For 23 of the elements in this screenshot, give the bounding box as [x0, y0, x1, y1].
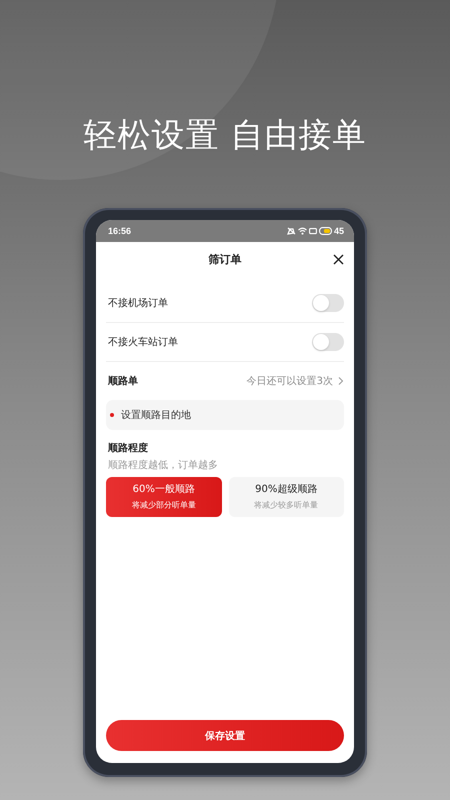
option-label: 不接机场订单	[108, 296, 168, 310]
close-icon[interactable]	[333, 254, 344, 265]
battery-icon	[318, 227, 332, 235]
option-card[interactable]: 60%一般顺路 将减少部分听单量	[106, 477, 222, 517]
option-label: 不接火车站订单	[108, 336, 178, 349]
mute-icon	[286, 227, 296, 235]
option-card[interactable]: 90%超级顺路 将减少较多听单量	[228, 477, 344, 517]
remaining-link[interactable]: 今日还可以设置3次	[246, 374, 344, 388]
toggle-switch[interactable]	[312, 333, 344, 351]
section-subtitle: 顺路程度越低，订单越多	[107, 458, 219, 472]
section-title: 顺路单	[108, 374, 138, 388]
sheet-title: 筛订单	[208, 252, 242, 266]
save-button[interactable]: 保存设置	[106, 720, 344, 751]
headline: 轻松设置 自由接单	[83, 114, 367, 156]
required-dot	[110, 413, 114, 417]
section-title: 顺路程度	[107, 441, 149, 455]
destination-field[interactable]: 设置顺路目的地	[106, 400, 344, 430]
screen-icon	[308, 227, 317, 235]
wifi-icon	[298, 227, 307, 235]
chevron-icon	[338, 377, 344, 385]
status-time: 16:56	[108, 226, 132, 236]
battery-level: 45	[334, 226, 344, 236]
toggle-switch[interactable]	[312, 294, 344, 312]
